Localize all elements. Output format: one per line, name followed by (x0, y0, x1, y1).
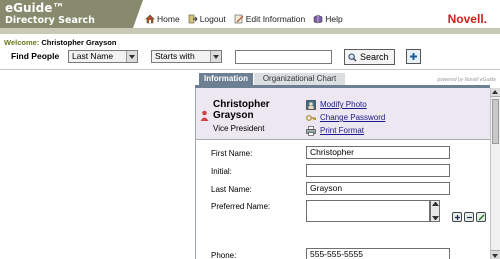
add-value-button[interactable] (452, 212, 462, 222)
person-last-name: Grayson (213, 110, 254, 121)
profile-actions: Modify Photo Change Password Print Forma… (306, 98, 385, 137)
tab-information[interactable]: Information (199, 73, 253, 85)
multivalue-buttons (452, 212, 486, 222)
modify-photo-link[interactable]: Modify Photo (306, 98, 385, 111)
phone-field[interactable]: 555-555-5555 (306, 248, 450, 259)
logout-icon (188, 14, 198, 24)
scroll-up-button[interactable] (491, 88, 500, 97)
search-input[interactable] (235, 50, 332, 64)
plus-icon (410, 53, 417, 60)
search-icon (348, 52, 357, 62)
person-title: Vice President (213, 124, 265, 133)
operator-select-value: Starts with (155, 51, 195, 61)
chevron-down-icon (126, 51, 137, 62)
last-name-label: Last Name: (211, 185, 252, 194)
edit-value-button[interactable] (476, 212, 486, 222)
edit-information-label: Edit Information (245, 14, 306, 24)
home-label: Home (157, 14, 180, 24)
print-format-link[interactable]: Print Format (306, 124, 385, 137)
top-nav: Home Logout Edit Information Help (145, 14, 343, 24)
scroll-thumb[interactable] (492, 99, 499, 144)
person-name: Christopher Grayson (213, 99, 283, 121)
first-name-field[interactable]: Christopher (306, 146, 450, 159)
last-name-field[interactable]: Grayson (306, 182, 450, 195)
help-label: Help (325, 14, 343, 24)
chevron-down-icon (210, 51, 221, 62)
app-subtitle: Directory Search (5, 15, 95, 26)
initial-field[interactable] (306, 164, 450, 177)
home-link[interactable]: Home (145, 14, 180, 24)
edit-icon (234, 14, 244, 24)
scroll-down-icon (432, 216, 439, 220)
advanced-search-button[interactable] (406, 49, 421, 64)
attribute-select[interactable]: Last Name (68, 50, 138, 63)
logout-link[interactable]: Logout (188, 14, 226, 24)
find-people-label: Find People (11, 51, 60, 61)
person-icon (200, 110, 209, 121)
plus-icon (454, 214, 460, 220)
tab-bar: Information Organizational Chart powered… (195, 73, 500, 85)
scroll-down-button[interactable] (491, 250, 500, 259)
novell-logo: Novell. (447, 12, 487, 26)
welcome-user: Christopher Grayson (41, 38, 117, 47)
preferred-name-field[interactable] (306, 200, 430, 222)
attribute-select-value: Last Name (72, 51, 114, 61)
welcome-prefix: Welcome: (4, 38, 40, 47)
print-format-label: Print Format (320, 126, 365, 135)
help-link[interactable]: Help (313, 14, 343, 24)
person-first-name: Christopher (213, 99, 270, 110)
welcome-line: Welcome: Christopher Grayson (4, 38, 116, 47)
scroll-up-icon (432, 202, 439, 206)
printer-icon (306, 125, 316, 136)
key-icon (306, 114, 316, 121)
preferred-name-scrollbar[interactable] (430, 200, 440, 222)
app-header: eGuide™ Directory Search Home Logout Edi… (0, 0, 500, 34)
information-content: Christopher Grayson Vice President Modif… (195, 88, 490, 259)
minus-icon (466, 216, 472, 218)
panel-scrollbar[interactable] (490, 88, 500, 259)
pencil-icon (478, 214, 484, 220)
operator-select[interactable]: Starts with (151, 50, 222, 63)
first-name-label: First Name: (211, 149, 253, 158)
divider (0, 69, 500, 70)
phone-label: Phone: (211, 251, 237, 259)
initial-label: Initial: (211, 167, 232, 176)
search-button-label: Search (360, 52, 389, 62)
remove-value-button[interactable] (464, 212, 474, 222)
modify-photo-label: Modify Photo (320, 100, 367, 109)
brand-block: eGuide™ Directory Search (0, 0, 143, 28)
help-icon (313, 14, 323, 24)
logout-label: Logout (199, 14, 226, 24)
app-title: eGuide™ (5, 1, 65, 15)
details-panel: Information Organizational Chart powered… (195, 73, 500, 259)
edit-information-link[interactable]: Edit Information (234, 14, 306, 24)
change-password-label: Change Password (320, 113, 386, 122)
home-icon (145, 14, 155, 24)
search-button[interactable]: Search (344, 49, 395, 65)
tab-organizational-chart[interactable]: Organizational Chart (254, 73, 345, 85)
powered-by: powered by Novell eGuide (437, 77, 496, 83)
profile-header: Christopher Grayson Vice President Modif… (196, 88, 490, 140)
preferred-name-label: Preferred Name: (211, 202, 271, 211)
change-password-link[interactable]: Change Password (306, 111, 385, 124)
header-band (0, 28, 500, 34)
photo-icon (306, 99, 316, 110)
